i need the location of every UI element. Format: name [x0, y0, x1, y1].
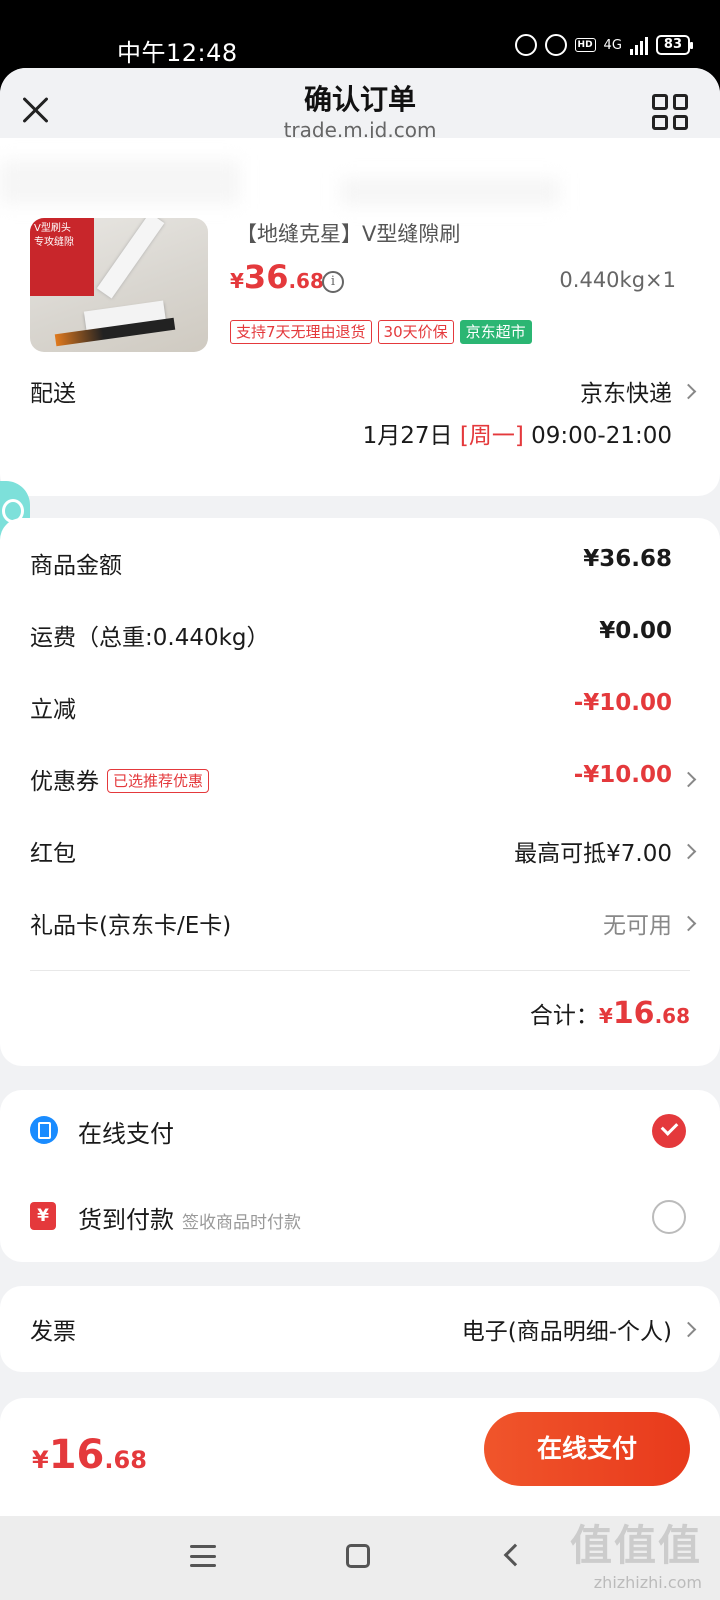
divider: [30, 970, 690, 971]
network-type: 4G: [603, 37, 622, 53]
delivery-time: 1月27日 [周一] 09:00-21:00: [30, 416, 672, 456]
radio-unchecked-icon[interactable]: [652, 1200, 686, 1234]
invoice-value: 电子(商品明细-个人): [461, 1319, 672, 1345]
summary-row-goods: 商品金额 ¥36.68: [30, 546, 672, 579]
payment-online-label: 在线支付: [78, 1120, 174, 1148]
menu-icon[interactable]: [190, 1545, 216, 1567]
back-icon[interactable]: [503, 1543, 527, 1567]
cod-icon: ¥: [30, 1202, 56, 1230]
tag-return: 支持7天无理由退货: [230, 320, 372, 344]
summary-row-discount: 立减 -¥10.00: [30, 690, 672, 723]
product-tags: 支持7天无理由退货 30天价保 京东超市: [230, 320, 532, 344]
page-title: 确认订单: [303, 83, 416, 116]
delivery-time-slot: 09:00-21:00: [531, 423, 672, 449]
address-blur: [340, 178, 560, 206]
tag-jd-supermarket: 京东超市: [459, 320, 532, 344]
status-icons: HD 4G 83: [514, 34, 694, 56]
delivery-date: 1月27日: [362, 423, 453, 449]
mute-icon: [514, 34, 537, 56]
status-time: 中午12:48: [117, 39, 238, 67]
product-image[interactable]: V型刷头 专攻缝隙: [30, 218, 208, 352]
pay-online-button[interactable]: 在线支付: [484, 1412, 690, 1486]
checkout-total: ¥16.68: [32, 1432, 147, 1478]
product-image-caption: V型刷头 专攻缝隙: [30, 218, 94, 296]
tag-price-protect: 30天价保: [377, 320, 454, 344]
online-pay-icon: [30, 1116, 58, 1144]
watermark: 值值值 zhizhizhi.com: [570, 1512, 702, 1592]
address-blur: [0, 160, 240, 204]
invoice-row[interactable]: 发票 电子(商品明细-个人): [30, 1312, 697, 1352]
payment-cod[interactable]: ¥ 货到付款 签收商品时付款: [30, 1198, 690, 1238]
summary-row-coupon[interactable]: 优惠券 已选推荐优惠 -¥10.00: [30, 762, 697, 802]
summary-row-giftcard[interactable]: 礼品卡(京东卡/E卡) 无可用: [30, 906, 697, 946]
delivery-carrier: 京东快递: [580, 381, 672, 407]
radio-checked-icon[interactable]: [652, 1114, 686, 1148]
signal-icon: [629, 35, 648, 55]
payment-cod-label: 货到付款: [78, 1206, 174, 1234]
delivery-label: 配送: [30, 381, 76, 407]
hd-icon: HD: [574, 38, 596, 52]
home-icon[interactable]: [346, 1544, 370, 1568]
invoice-label: 发票: [30, 1319, 76, 1345]
product-name[interactable]: 【地缝克星】V型缝隙刷: [236, 218, 460, 248]
summary-row-redpacket[interactable]: 红包 最高可抵¥7.00: [30, 834, 697, 874]
summary-row-shipping: 运费（总重:0.440kg） ¥0.00: [30, 618, 672, 651]
product-price: ¥36.68: [230, 258, 324, 296]
grid-menu-icon[interactable]: [652, 94, 688, 130]
summary-total: 合计：¥16.68: [529, 996, 690, 1031]
payment-online[interactable]: 在线支付: [30, 1112, 690, 1152]
delivery-weekday: [周一]: [459, 423, 524, 449]
battery-icon: 83: [655, 35, 694, 55]
alarm-icon: [544, 34, 567, 56]
payment-cod-sub: 签收商品时付款: [182, 1213, 301, 1233]
watermark-site: zhizhizhi.com: [593, 1573, 702, 1592]
delivery-row[interactable]: 配送 京东快递: [30, 374, 697, 414]
watermark-logo: 值值值: [569, 1521, 702, 1570]
coupon-tag: 已选推荐优惠: [107, 769, 210, 793]
product-weight-qty: 0.440kg×1: [559, 268, 676, 292]
checkout-bar: ¥16.68 在线支付: [0, 1398, 720, 1518]
order-sheet: 确认订单 trade.m.jd.com V型刷头 专攻缝隙 【地缝克星】V型缝隙刷…: [0, 68, 720, 1516]
info-icon[interactable]: i: [322, 271, 344, 293]
